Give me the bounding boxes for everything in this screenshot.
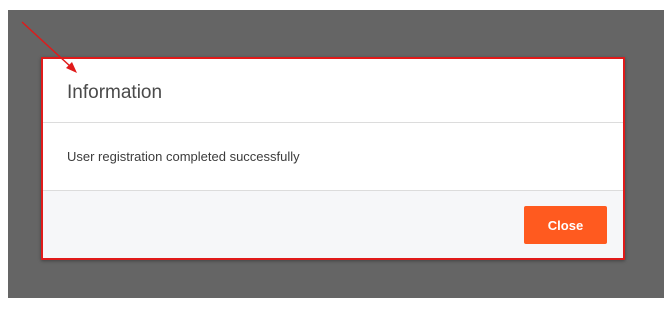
dialog-header: Information	[43, 59, 623, 123]
dialog-footer: Close	[43, 191, 623, 258]
dialog-title: Information	[67, 81, 163, 103]
screenshot-canvas: Information User registration completed …	[0, 0, 664, 322]
dialog-body: User registration completed successfully	[43, 123, 623, 191]
close-button[interactable]: Close	[524, 206, 607, 244]
dialog-message: User registration completed successfully	[67, 149, 300, 164]
information-dialog: Information User registration completed …	[41, 57, 625, 260]
